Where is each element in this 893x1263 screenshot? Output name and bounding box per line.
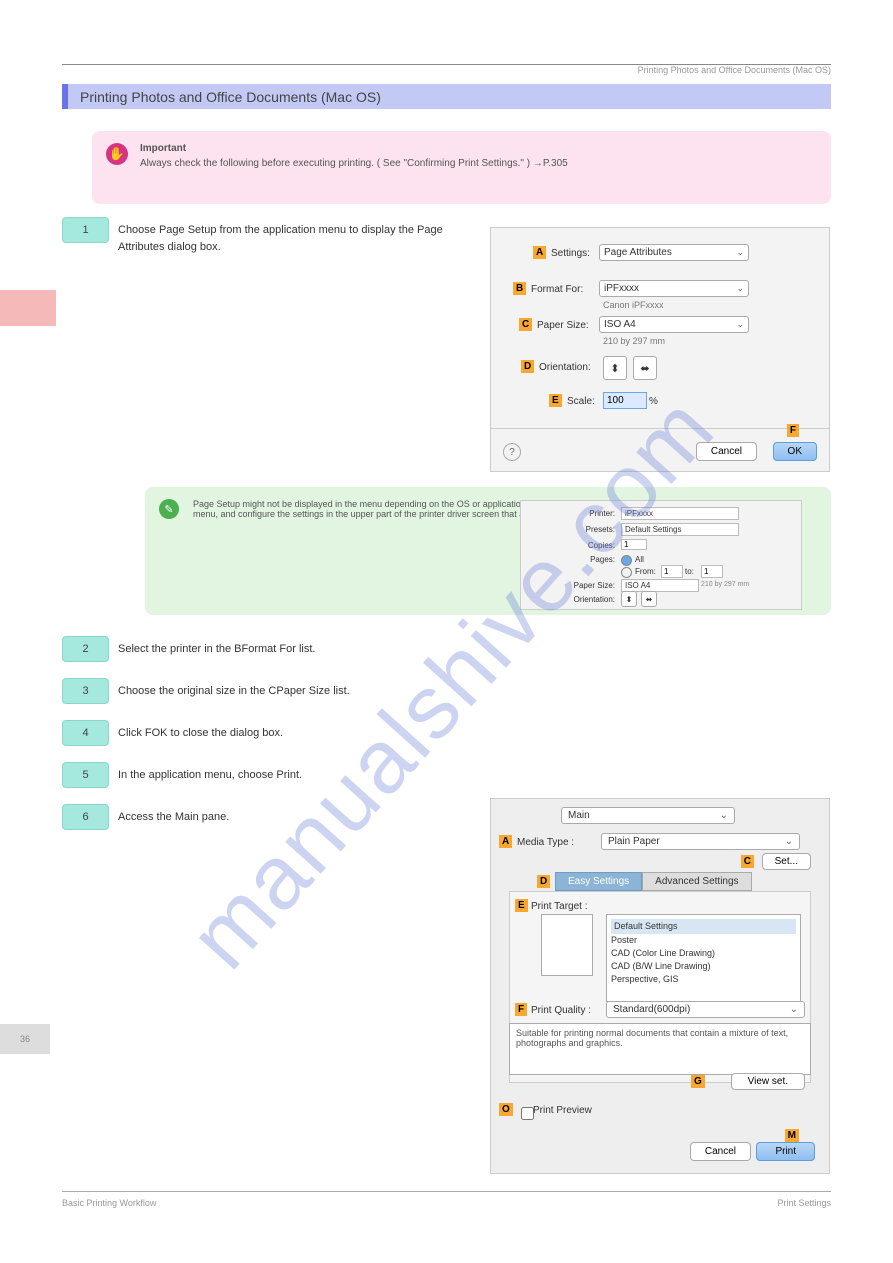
header-right: Printing Photos and Office Documents (Ma… [638,65,831,75]
copies-label: Copies: [573,541,615,550]
list-item[interactable]: CAD (Color Line Drawing) [611,947,796,960]
marker-d2: D [537,875,550,888]
settings-select[interactable]: Page Attributes [599,244,749,261]
mini-landscape-button[interactable]: ⬌ [641,591,657,607]
list-item[interactable]: Poster [611,934,796,947]
list-item[interactable]: Default Settings [611,919,796,934]
marker-b: B [513,282,526,295]
marker-f: F [787,424,799,437]
orientation-label: Orientation: [539,362,591,373]
step-3-text: Choose the original size in the CPaper S… [118,683,718,700]
help-icon[interactable]: ? [503,443,521,461]
marker-g: G [691,1075,705,1088]
portrait-button[interactable]: ⬍ [603,356,627,380]
marker-e2: E [515,899,528,912]
print-target-list[interactable]: Default Settings Poster CAD (Color Line … [606,914,801,1002]
footer-right: Print Settings [777,1198,831,1208]
pane-select[interactable]: Main [561,807,735,824]
step-badge: 6 [62,804,109,830]
step-badge: 3 [62,678,109,704]
set-button[interactable]: Set... [762,853,811,870]
cancel-button[interactable]: Cancel [696,442,757,461]
ok-button[interactable]: OK [773,442,817,461]
print-button[interactable]: Print [756,1142,815,1161]
printer-select[interactable]: iPFxxxx [621,507,739,520]
mini-print-dialog: Printer: iPFxxxx Presets: Default Settin… [520,500,802,610]
scale-pct: % [649,396,658,407]
footer: Basic Printing Workflow Print Settings [62,1191,831,1208]
marker-f2: F [515,1003,527,1016]
scale-label: Scale: [567,396,595,407]
step-6-text: Access the Main pane. [118,809,418,826]
paper-sub: 210 by 297 mm [603,336,665,346]
marker-m: M [785,1129,799,1142]
step-1-text: Choose Page Setup from the application m… [118,222,448,255]
marker-c2: C [741,855,754,868]
pages-to-input[interactable] [701,565,723,578]
print-target-label: Print Target : [531,901,588,912]
marker-a: A [533,246,546,259]
mini-portrait-button[interactable]: ⬍ [621,591,637,607]
marker-c: C [519,318,532,331]
pages-to-label: to: [685,567,694,576]
format-for-select[interactable]: iPFxxxx [599,280,749,297]
step-badge: 1 [62,217,109,243]
step-2-text: Select the printer in the BFormat For li… [118,641,718,658]
presets-select[interactable]: Default Settings [621,523,739,536]
format-sub: Canon iPFxxxx [603,300,664,310]
pages-from-label: From: [635,567,656,576]
page-setup-dialog: A Settings: Page Attributes B Format For… [490,227,830,472]
marker-a2: A [499,835,512,848]
list-item[interactable]: Perspective, GIS [611,973,796,986]
section-title: Printing Photos and Office Documents (Ma… [62,84,831,109]
tab-easy-settings[interactable]: Easy Settings [555,872,642,891]
pages-from-input[interactable] [661,565,683,578]
step-badge: 5 [62,762,109,788]
step-badge: 4 [62,720,109,746]
marker-d: D [521,360,534,373]
view-set-button[interactable]: View set. [731,1073,805,1090]
paper-size-select[interactable]: ISO A4 [599,316,749,333]
pages-label: Pages: [573,555,615,564]
cancel-button-2[interactable]: Cancel [690,1142,751,1161]
pages-from-radio[interactable] [621,567,632,578]
page-number-tab: 36 [0,1024,50,1054]
media-type-select[interactable]: Plain Paper [601,833,800,850]
copies-input[interactable] [621,539,647,550]
mini-orient-label: Orientation: [561,595,615,604]
media-type-label: Media Type : [517,837,574,848]
marker-o: O [499,1103,513,1116]
list-item[interactable]: CAD (B/W Line Drawing) [611,960,796,973]
mini-psize-label: Paper Size: [561,581,615,590]
hand-icon: ✋ [106,143,128,165]
presets-label: Presets: [573,525,615,534]
important-label: Important [140,143,186,154]
step-4-text: Click FOK to close the dialog box. [118,725,718,742]
settings-label: Settings: [551,248,590,259]
main-print-dialog: Main A Media Type : Plain Paper C Set...… [490,798,830,1174]
important-note: ✋ Important Always check the following b… [92,131,831,204]
marker-e: E [549,394,562,407]
pages-all-radio[interactable] [621,555,632,566]
printer-label: Printer: [573,509,615,518]
target-preview [541,914,593,976]
pages-all-label: All [635,555,644,564]
important-text: Always check the following before execut… [140,158,568,169]
tab-advanced-settings[interactable]: Advanced Settings [642,872,751,891]
mini-psize-sub: 210 by 297 mm [701,581,749,588]
print-quality-label: Print Quality : [531,1005,591,1016]
format-for-label: Format For: [531,284,583,295]
print-preview-label: Print Preview [533,1105,592,1116]
print-quality-select[interactable]: Standard(600dpi) [606,1001,805,1018]
step-badge: 2 [62,636,109,662]
paper-size-label: Paper Size: [537,320,589,331]
side-tab [0,290,56,326]
note-icon: ✎ [159,499,179,519]
landscape-button[interactable]: ⬌ [633,356,657,380]
quality-description: Suitable for printing normal documents t… [509,1023,811,1075]
scale-input[interactable] [603,392,647,409]
step-5-text: In the application menu, choose Print. [118,767,718,784]
footer-left: Basic Printing Workflow [62,1198,156,1208]
